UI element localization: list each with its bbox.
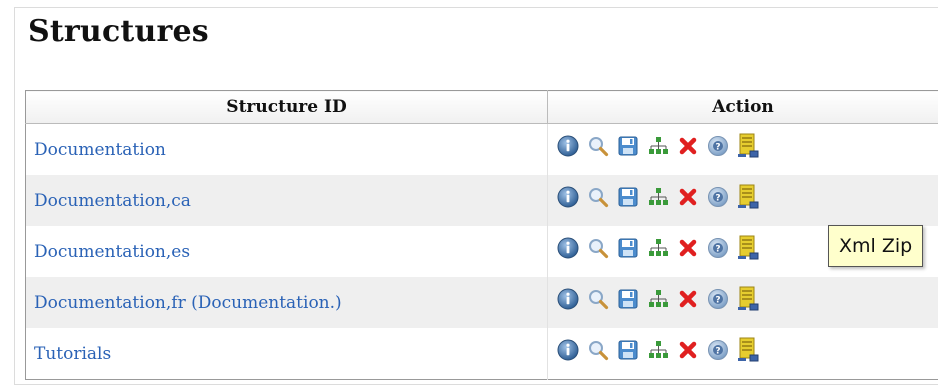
xml-zip-icon[interactable] [736,286,760,311]
structure-id-link[interactable]: Documentation,ca [34,191,191,211]
svg-text:?: ? [715,142,720,152]
search-icon[interactable] [586,338,610,362]
svg-text:?: ? [715,295,720,305]
info-icon[interactable] [556,134,580,158]
table-row: Tutorials? [25,328,938,380]
column-header-structure-id[interactable]: Structure ID [25,90,548,124]
help-icon[interactable]: ? [706,338,730,362]
info-icon[interactable] [556,338,580,362]
structure-id-cell: Documentation [25,123,548,175]
action-cell: ? [548,124,938,176]
structure-id-cell: Documentation,ca [25,175,548,226]
help-icon[interactable]: ? [706,236,730,260]
xml-zip-icon[interactable] [736,337,760,362]
structure-id-cell: Tutorials [25,328,548,380]
structure-id-link[interactable]: Documentation [34,140,166,160]
table-header-row: Structure ID Action [25,90,938,124]
save-icon[interactable] [616,236,640,260]
delete-icon[interactable] [676,236,700,260]
save-icon[interactable] [616,338,640,362]
help-icon[interactable]: ? [706,287,730,311]
table-row: Documentation,ca? [25,175,938,226]
table-row: Documentation,fr (Documentation.)? [25,277,938,328]
table-row: Documentation,es? [25,226,938,277]
info-icon[interactable] [556,185,580,209]
delete-icon[interactable] [676,287,700,311]
structure-id-link[interactable]: Documentation,fr (Documentation.) [34,293,342,313]
search-icon[interactable] [586,287,610,311]
column-header-action: Action [547,90,938,124]
svg-text:?: ? [715,346,720,356]
xml-zip-icon[interactable] [736,133,760,158]
search-icon[interactable] [586,236,610,260]
action-icons: ? [556,284,938,314]
delete-icon[interactable] [676,134,700,158]
action-icons: ? [556,131,938,161]
xml-zip-icon[interactable] [736,235,760,260]
xml-zip-icon[interactable] [736,184,760,209]
structure-id-link[interactable]: Tutorials [34,344,111,364]
info-icon[interactable] [556,236,580,260]
structures-table: Structure ID Action Documentation? Docume… [25,90,938,380]
structure-id-link[interactable]: Documentation,es [34,242,190,262]
info-icon[interactable] [556,287,580,311]
search-icon[interactable] [586,185,610,209]
action-cell: ? [547,175,938,226]
help-icon[interactable]: ? [706,185,730,209]
tree-icon[interactable] [646,185,670,209]
structure-id-cell: Documentation,es [25,226,548,277]
save-icon[interactable] [616,134,640,158]
tooltip: Xml Zip [828,225,924,267]
svg-text:?: ? [715,244,720,254]
svg-text:?: ? [715,193,720,203]
tree-icon[interactable] [646,134,670,158]
help-icon[interactable]: ? [706,134,730,158]
delete-icon[interactable] [676,338,700,362]
action-cell: ? [547,277,938,328]
save-icon[interactable] [616,185,640,209]
table-row: Documentation? [25,123,938,176]
action-cell: ? [548,328,938,380]
save-icon[interactable] [616,287,640,311]
tree-icon[interactable] [646,338,670,362]
tree-icon[interactable] [646,287,670,311]
page-title: Structures [28,14,209,49]
action-icons: ? [556,335,938,365]
action-icons: ? [556,182,938,212]
structure-id-cell: Documentation,fr (Documentation.) [25,277,548,328]
search-icon[interactable] [586,134,610,158]
tree-icon[interactable] [646,236,670,260]
delete-icon[interactable] [676,185,700,209]
